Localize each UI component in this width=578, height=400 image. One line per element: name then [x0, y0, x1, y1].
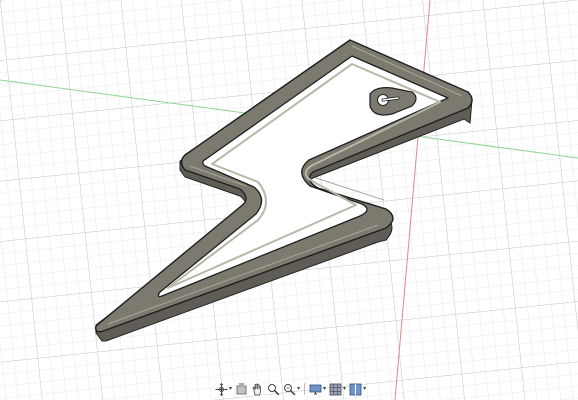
pan-icon	[252, 383, 261, 395]
orbit-button[interactable]: ▾	[214, 381, 233, 397]
chevron-down-icon: ▾	[229, 385, 233, 392]
chevron-down-icon: ▾	[343, 385, 347, 392]
display-settings-button[interactable]: ▾	[308, 381, 327, 397]
navigation-toolbar: ▾ ▾ ▾ ▾ ▾	[214, 381, 367, 397]
pan-button[interactable]	[250, 381, 265, 397]
zoom-icon	[268, 383, 280, 395]
3d-viewport[interactable]	[0, 0, 578, 400]
grid-snaps-icon	[329, 383, 342, 395]
toolbar-divider	[304, 383, 306, 395]
orbit-icon	[215, 382, 228, 396]
viewports-icon	[349, 383, 362, 395]
look-at-button[interactable]	[234, 381, 249, 397]
chevron-down-icon: ▾	[297, 385, 301, 392]
chevron-down-icon: ▾	[323, 385, 327, 392]
canvas-scene[interactable]	[0, 0, 578, 400]
chevron-down-icon: ▾	[363, 385, 367, 392]
look-at-icon	[236, 383, 247, 394]
display-settings-icon	[309, 384, 322, 394]
fit-icon	[284, 383, 296, 395]
zoom-button[interactable]	[266, 381, 281, 397]
fit-button[interactable]: ▾	[282, 381, 301, 397]
viewports-button[interactable]: ▾	[348, 381, 367, 397]
grid-snaps-button[interactable]: ▾	[328, 381, 347, 397]
